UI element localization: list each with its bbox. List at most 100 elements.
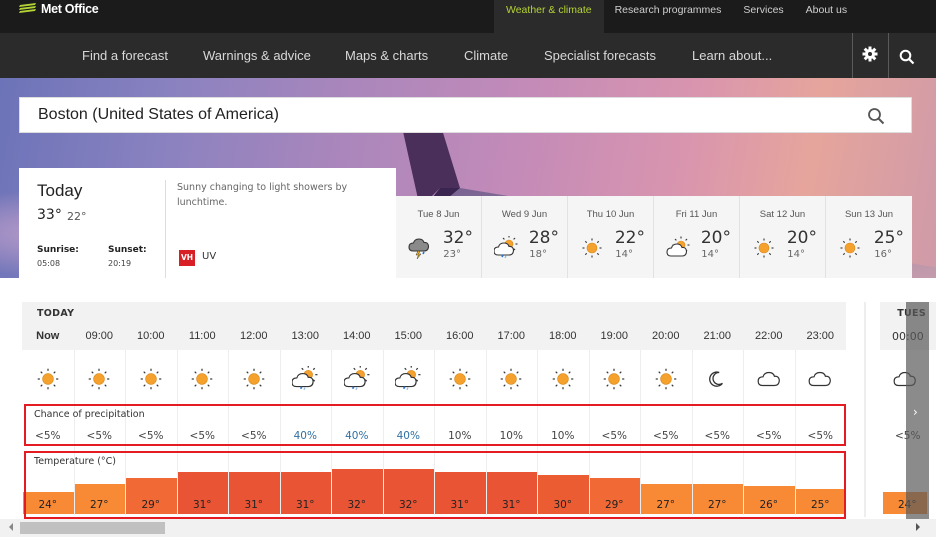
sun-icon xyxy=(752,236,776,264)
uv-label: UV xyxy=(202,251,217,262)
day-high-temp: 25° xyxy=(873,228,904,248)
sun-icon xyxy=(86,366,112,396)
chevron-right-icon[interactable]: › xyxy=(913,405,918,419)
nav-separator xyxy=(852,33,853,78)
hour-time: 21:00 xyxy=(703,330,732,342)
nav-find-forecast[interactable]: Find a forecast xyxy=(82,48,168,63)
day-high-temp: 20° xyxy=(700,228,731,248)
hour-time: 14:00 xyxy=(342,330,371,342)
hour-time: 19:00 xyxy=(600,330,629,342)
temperature-label: Temperature (°C) xyxy=(34,456,116,467)
uv-badge[interactable]: VH xyxy=(179,250,195,266)
search-icon[interactable] xyxy=(899,49,915,69)
day-name: Wed 9 Jun xyxy=(501,209,548,220)
sun-icon xyxy=(35,366,61,396)
nav-learn-about[interactable]: Learn about... xyxy=(692,48,772,63)
hour-time: 17:00 xyxy=(497,330,526,342)
day-low-temp: 14° xyxy=(701,249,719,260)
scroll-left-arrow-icon[interactable] xyxy=(9,523,13,531)
location-search-input[interactable]: Boston (United States of America) xyxy=(19,97,912,133)
gear-icon[interactable] xyxy=(862,46,878,66)
nav-climate[interactable]: Climate xyxy=(464,48,508,63)
hour-time: 23:00 xyxy=(806,330,835,342)
sun-icon xyxy=(138,366,164,396)
cloud-icon xyxy=(756,366,782,396)
day-forecast-card[interactable]: Wed 9 Jun 28° 18° xyxy=(482,196,568,278)
sun-cloud-rain-icon xyxy=(343,365,370,396)
toplink-weather-climate[interactable]: Weather & climate xyxy=(494,0,604,33)
day-high-temp: 22° xyxy=(614,228,645,248)
sunset-label: Sunset: xyxy=(108,245,147,255)
day-forecast-card[interactable]: Thu 10 Jun 22° 14° xyxy=(568,196,654,278)
sunset-time: 20:19 xyxy=(108,259,132,268)
today-divider xyxy=(165,180,166,278)
hour-time: 15:00 xyxy=(394,330,423,342)
day-low-temp: 14° xyxy=(615,249,633,260)
today-high-temp: 33° xyxy=(37,207,62,223)
nav-separator xyxy=(888,33,889,78)
day-name: Fri 11 Jun xyxy=(675,209,718,220)
day-high-temp: 28° xyxy=(528,228,559,248)
sun-icon xyxy=(601,366,627,396)
today-summary-card: Today 33° 22° Sunrise: 05:08 Sunset: 20:… xyxy=(19,168,396,278)
day-low-temp: 18° xyxy=(529,249,547,260)
top-links: Weather & climate Research programmes Se… xyxy=(494,0,858,33)
hour-time: 11:00 xyxy=(188,330,216,342)
nav-warnings-advice[interactable]: Warnings & advice xyxy=(203,48,311,63)
sun-cloud-rain-icon xyxy=(291,365,318,396)
hour-time: 13:00 xyxy=(291,330,320,342)
hour-time: 12:00 xyxy=(239,330,268,342)
hour-time: Now xyxy=(36,330,60,342)
sun-icon xyxy=(550,366,576,396)
day-forecast-card[interactable]: Tue 8 Jun 32° 23° xyxy=(396,196,482,278)
scrollbar-thumb[interactable] xyxy=(20,522,165,534)
sun-cloud-rain-icon xyxy=(493,235,518,264)
precipitation-highlight-box xyxy=(24,404,846,446)
horizontal-scrollbar[interactable] xyxy=(0,519,936,537)
top-bar: Met Office Weather & climate Research pr… xyxy=(0,0,936,33)
today-description: Sunny changing to light showers by lunch… xyxy=(177,182,348,208)
sun-icon xyxy=(189,366,215,396)
toplink-research-programmes[interactable]: Research programmes xyxy=(604,0,733,33)
moon-icon xyxy=(704,366,730,396)
sunrise-time: 05:08 xyxy=(37,259,61,268)
toplink-services[interactable]: Services xyxy=(732,0,794,33)
sun-icon xyxy=(498,366,524,396)
sun-icon xyxy=(653,366,679,396)
day-low-temp: 23° xyxy=(443,249,461,260)
search-icon[interactable] xyxy=(867,107,885,129)
sun-icon xyxy=(580,236,604,264)
hour-time: 09:00 xyxy=(85,330,114,342)
met-office-logo[interactable]: Met Office xyxy=(18,2,99,16)
day-low-temp: 14° xyxy=(787,249,805,260)
main-nav: Find a forecast Warnings & advice Maps &… xyxy=(0,33,936,78)
scroll-right-arrow-icon[interactable] xyxy=(916,523,920,531)
nav-maps-charts[interactable]: Maps & charts xyxy=(345,48,428,63)
temperature-highlight-box xyxy=(24,451,846,519)
day-name: Thu 10 Jun xyxy=(586,209,635,220)
day-high-temp: 32° xyxy=(442,228,473,248)
sun-cloud-icon xyxy=(666,236,690,264)
day-name: Tue 8 Jun xyxy=(417,209,460,220)
day-forecast-card[interactable]: Sun 13 Jun 25° 16° xyxy=(826,196,912,278)
logo-text: Met Office xyxy=(41,2,99,16)
cloud-icon xyxy=(807,366,833,396)
logo-icon xyxy=(19,3,36,13)
thunder-shower-icon xyxy=(408,236,432,264)
hour-time: 10:00 xyxy=(136,330,165,342)
search-value: Boston (United States of America) xyxy=(38,106,279,123)
day-low-temp: 16° xyxy=(874,249,892,260)
hour-time: 18:00 xyxy=(548,330,577,342)
day-name: Sun 13 Jun xyxy=(844,209,894,220)
today-title: Today xyxy=(37,181,83,200)
toplink-about-us[interactable]: About us xyxy=(795,0,858,33)
daily-forecast-strip: Tue 8 Jun 32° 23° Wed 9 Jun 28° 18° Thu … xyxy=(396,196,912,278)
nav-specialist-forecasts[interactable]: Specialist forecasts xyxy=(544,48,656,63)
sunrise-label: Sunrise: xyxy=(37,245,79,255)
day-forecast-card[interactable]: Sat 12 Jun 20° 14° xyxy=(740,196,826,278)
hour-time: 16:00 xyxy=(445,330,474,342)
sun-icon xyxy=(838,236,862,264)
precipitation-label: Chance of precipitation xyxy=(34,409,145,420)
sun-icon xyxy=(241,366,267,396)
day-forecast-card[interactable]: Fri 11 Jun 20° 14° xyxy=(654,196,740,278)
